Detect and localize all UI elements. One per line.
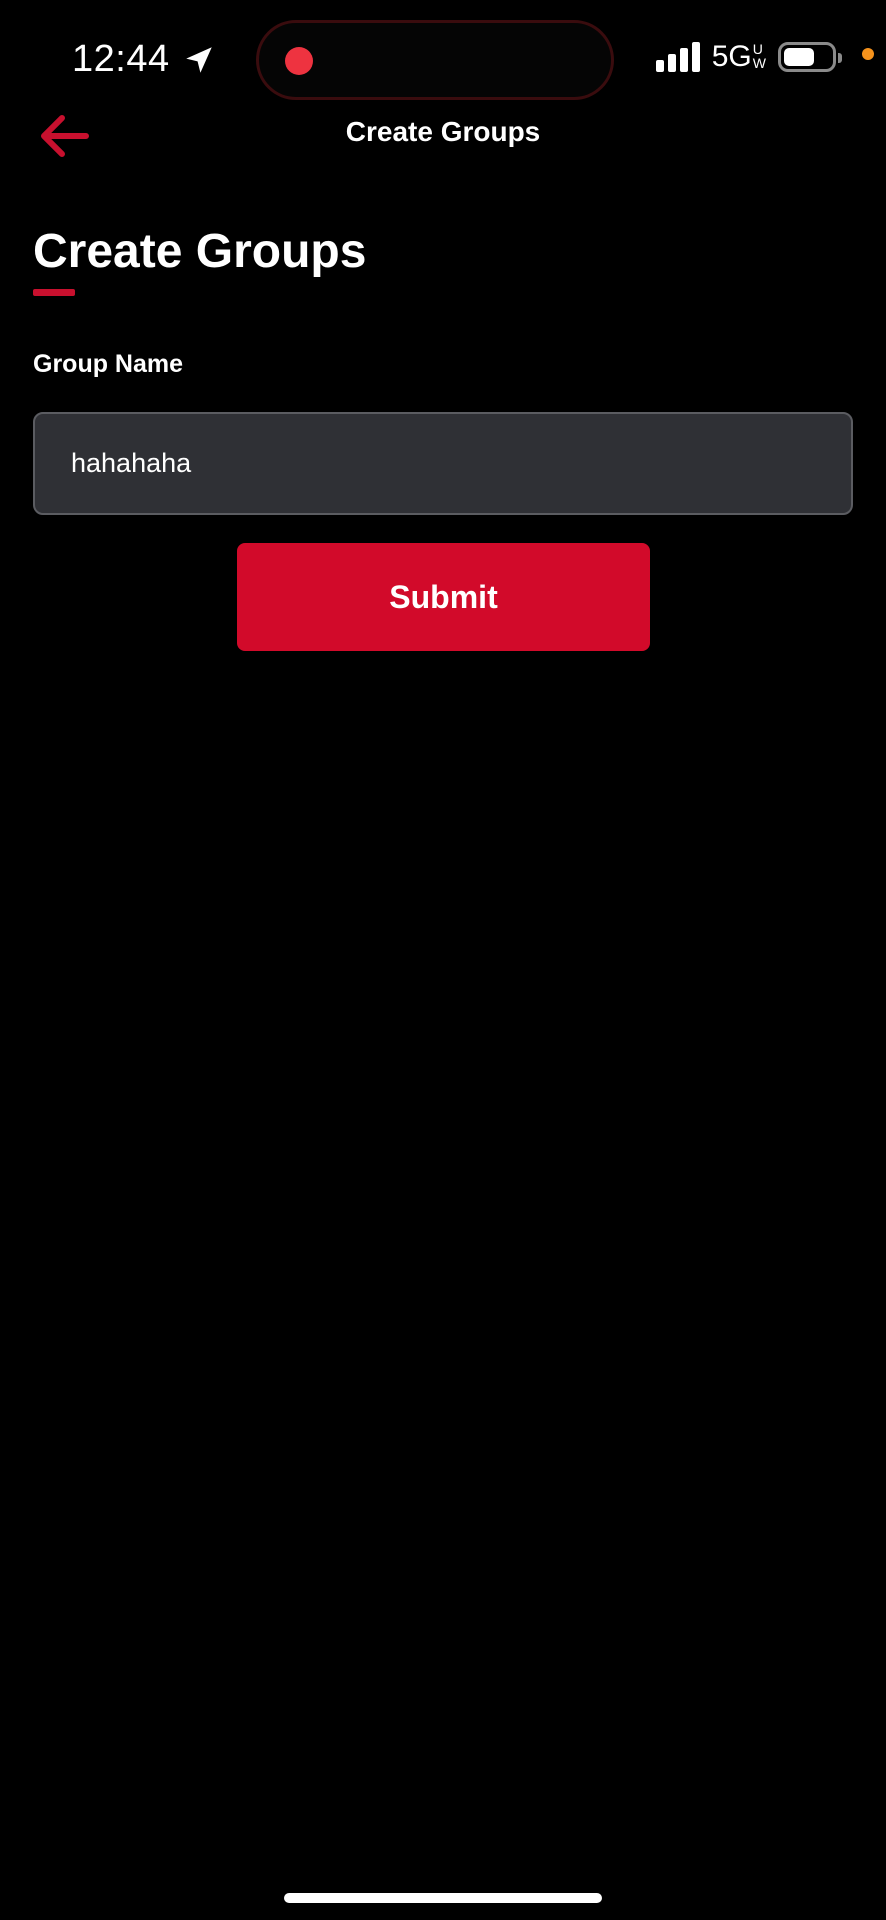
network-label: 5G [711, 40, 752, 73]
group-name-input[interactable] [33, 412, 853, 515]
cellular-signal-icon [655, 42, 700, 72]
submit-button[interactable]: Submit [237, 543, 650, 651]
recording-indicator-icon [285, 47, 313, 75]
nav-title: Create Groups [345, 116, 541, 147]
battery-cap [838, 53, 842, 63]
network-type: 5G U W [712, 40, 766, 74]
dynamic-island [256, 20, 614, 100]
battery-fill [784, 48, 815, 66]
time-label: 12:44 [72, 38, 170, 80]
network-sup: U W [753, 42, 766, 70]
status-bar-time: 12:44 [72, 38, 216, 81]
network-sup-top: U [752, 41, 763, 57]
home-indicator[interactable] [284, 1893, 602, 1903]
battery-icon [778, 42, 842, 72]
location-arrow-icon [185, 46, 212, 73]
status-bar-right: 5G U W [655, 40, 874, 74]
page-title: Create Groups [33, 225, 367, 278]
network-sup-bottom: W [752, 55, 766, 71]
group-name-label: Group Name [33, 350, 184, 378]
privacy-indicator-icon [862, 48, 874, 60]
title-underline [33, 289, 75, 296]
